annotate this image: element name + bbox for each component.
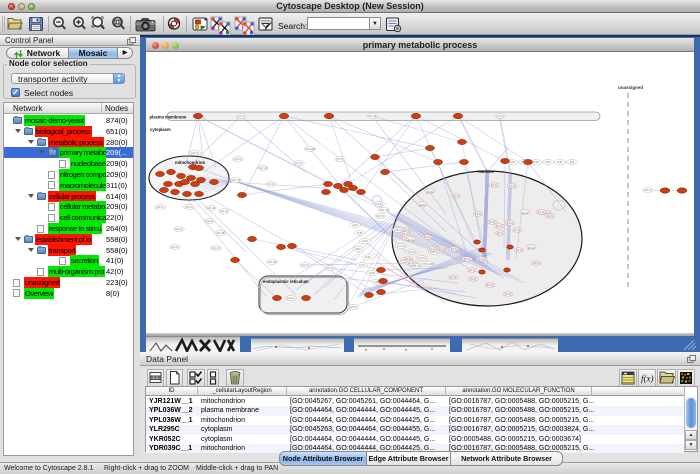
svg-text:[lvl:4]: [lvl:4]: [451, 247, 458, 251]
svg-text:endoplasmic reticulum: endoplasmic reticulum: [263, 279, 309, 284]
svg-text:[lvl:3]: [lvl:3]: [185, 205, 192, 209]
svg-text:YJL045: YJL045: [424, 262, 435, 266]
svg-text:[lvl:2]: [lvl:2]: [212, 246, 219, 250]
svg-text:[lvl:4]: [lvl:4]: [439, 246, 446, 250]
svg-text:[mito:]: [mito:]: [287, 296, 295, 300]
svg-text:GO:44: GO:44: [368, 114, 377, 118]
svg-text:G31: G31: [365, 255, 371, 259]
svg-text:[lvl:2]: [lvl:2]: [397, 244, 404, 248]
svg-text:[lvl:4]: [lvl:4]: [496, 224, 503, 228]
svg-text:[lvl:3]: [lvl:3]: [234, 157, 241, 161]
svg-text:[lvl:4]: [lvl:4]: [402, 232, 409, 236]
svg-text:[lvl:4]: [lvl:4]: [533, 261, 540, 265]
svg-text:[lvl:4]: [lvl:4]: [475, 212, 482, 216]
svg-text:[lvl:4]: [lvl:4]: [491, 183, 498, 187]
svg-text:[lvl:4]: [lvl:4]: [424, 235, 431, 239]
svg-text:G16: G16: [362, 239, 368, 243]
svg-text:YJL045: YJL045: [305, 147, 316, 151]
svg-text:GO:44: GO:44: [259, 166, 268, 170]
svg-text:unassigned: unassigned: [618, 85, 643, 90]
svg-text:[lvl:4]: [lvl:4]: [419, 203, 426, 207]
svg-text:[lvl:4]: [lvl:4]: [469, 268, 476, 272]
svg-text:mitochondrion: mitochondrion: [175, 160, 205, 165]
svg-text:plasma membrane: plasma membrane: [150, 115, 187, 120]
svg-text:[lvl:2]: [lvl:2]: [156, 205, 163, 209]
svg-text:[lvl:2]: [lvl:2]: [375, 202, 382, 206]
svg-text:[lvl:4]: [lvl:4]: [450, 275, 457, 279]
svg-text:G44: G44: [352, 223, 358, 227]
svg-text:[lvl:3]: [lvl:3]: [336, 157, 343, 161]
svg-text:[lvl:2]: [lvl:2]: [349, 305, 356, 309]
svg-text:[lvl:4]: [lvl:4]: [427, 190, 434, 194]
svg-text:GO:16: GO:16: [380, 208, 389, 212]
svg-text:[lvl:2]: [lvl:2]: [496, 114, 503, 118]
svg-text:nucleus: nucleus: [478, 169, 494, 174]
svg-text:[lvl:3]: [lvl:3]: [237, 114, 244, 118]
svg-text:[lvl:2]: [lvl:2]: [220, 209, 227, 213]
svg-text:G44: G44: [359, 263, 365, 267]
svg-text:[lvl:2]: [lvl:2]: [394, 228, 401, 232]
svg-text:G44: G44: [509, 160, 515, 164]
svg-text:[lvl:4]: [lvl:4]: [464, 257, 471, 261]
svg-text:[lvl:3]: [lvl:3]: [326, 266, 333, 270]
svg-text:cytoplasm: cytoplasm: [150, 127, 171, 132]
svg-text:GO:45: GO:45: [216, 231, 225, 235]
svg-text:[lvl:4]: [lvl:4]: [479, 257, 486, 261]
svg-text:[lvl:4]: [lvl:4]: [429, 247, 436, 251]
svg-text:[lvl:4]: [lvl:4]: [453, 194, 460, 198]
svg-text:GO:44: GO:44: [207, 206, 216, 210]
svg-text:[lvl:4]: [lvl:4]: [507, 221, 514, 225]
svg-text:[lvl:4]: [lvl:4]: [528, 246, 535, 250]
svg-text:f(x): f(x): [641, 374, 654, 384]
svg-text:[lvl:4]: [lvl:4]: [408, 261, 415, 265]
svg-text:[lvl:4]: [lvl:4]: [516, 248, 523, 252]
svg-text:[lvl:4]: [lvl:4]: [505, 292, 512, 296]
svg-text:[lvl:2]: [lvl:2]: [175, 227, 182, 231]
svg-text:G52: G52: [355, 247, 361, 251]
svg-text:[lvl:4]: [lvl:4]: [489, 220, 496, 224]
svg-text:[lvl:2]: [lvl:2]: [408, 250, 415, 254]
svg-text:[lvl]: [lvl]: [570, 160, 575, 164]
svg-text:G16: G16: [533, 160, 539, 164]
svg-text:G45: G45: [357, 231, 363, 235]
svg-text:[lvl:2]: [lvl:2]: [644, 188, 651, 192]
svg-text:G31: G31: [557, 160, 563, 164]
svg-text:[lvl:2]: [lvl:2]: [267, 182, 274, 186]
svg-text:G45: G45: [369, 271, 375, 275]
svg-text:[lvl:4]: [lvl:4]: [497, 231, 504, 235]
svg-text:[lvl:4]: [lvl:4]: [487, 283, 494, 287]
svg-text:[lvl:2]: [lvl:2]: [191, 151, 198, 155]
svg-text:[lvl:2]: [lvl:2]: [376, 214, 383, 218]
svg-text:G52: G52: [545, 160, 551, 164]
svg-text:[lvl:2]: [lvl:2]: [418, 256, 425, 260]
svg-text:GO:16: GO:16: [232, 178, 241, 182]
svg-text:[lvl:2]: [lvl:2]: [301, 263, 308, 267]
svg-text:[lvl:4]: [lvl:4]: [522, 211, 529, 215]
svg-text:[lvl:4]: [lvl:4]: [514, 228, 521, 232]
svg-text:[lvl:4]: [lvl:4]: [509, 184, 516, 188]
svg-text:[lvl:4]: [lvl:4]: [470, 277, 477, 281]
svg-text:[lvl:4]: [lvl:4]: [538, 210, 545, 214]
svg-text:[lvl:4]: [lvl:4]: [547, 214, 554, 218]
svg-text:[lvl:3]: [lvl:3]: [171, 245, 178, 249]
svg-text:GO:44: GO:44: [268, 260, 277, 264]
svg-text:[lvl:2]: [lvl:2]: [295, 161, 302, 165]
svg-text:[lvl:4]: [lvl:4]: [408, 238, 415, 242]
svg-text:[lvl:4]: [lvl:4]: [205, 219, 212, 223]
